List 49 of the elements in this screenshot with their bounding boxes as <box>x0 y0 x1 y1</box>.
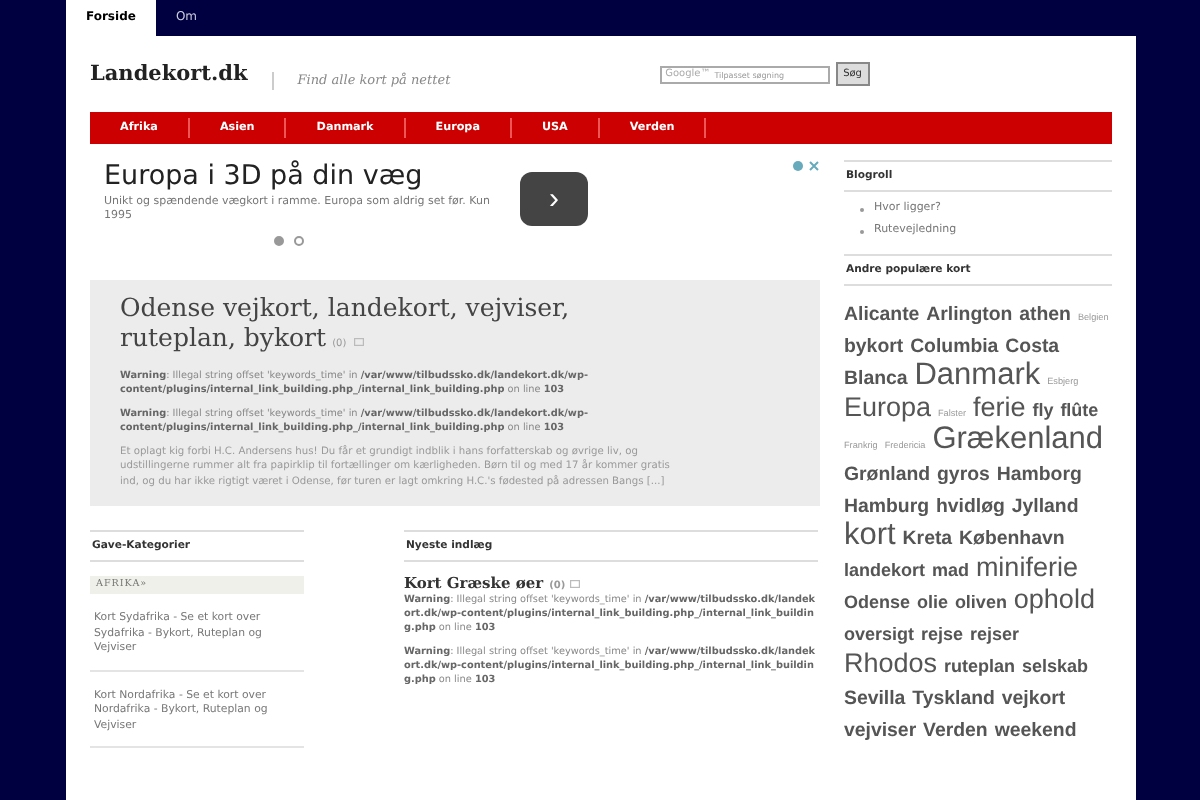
tag-link[interactable]: Hamburg <box>844 496 930 518</box>
tag-link[interactable]: Europa <box>844 392 932 422</box>
tag-link[interactable]: vejkort <box>1001 688 1066 710</box>
tag-link[interactable]: athen <box>1019 304 1071 326</box>
site-logo[interactable]: Landekort.dk <box>90 62 248 86</box>
tag-link[interactable]: vejviser <box>844 720 917 742</box>
tag-link[interactable]: oliven <box>954 592 1007 612</box>
tag-link[interactable]: mad <box>931 560 969 580</box>
tag-link[interactable]: Tyskland <box>912 688 995 710</box>
tag-link[interactable]: hvidløg <box>935 496 1005 518</box>
tag-link[interactable]: flûte <box>1060 400 1099 420</box>
comment-icon <box>570 580 581 589</box>
tag-link[interactable]: olie <box>916 592 948 612</box>
tag-link[interactable]: Alicante <box>844 304 920 326</box>
tag-link[interactable]: kort <box>844 518 896 552</box>
tag-link[interactable]: Jylland <box>1011 496 1079 518</box>
tag-link[interactable]: ruteplan <box>944 656 1016 676</box>
tag-link[interactable]: Costa <box>1005 336 1060 358</box>
tag-link[interactable]: Verden <box>923 720 988 742</box>
tag-link[interactable]: rejse <box>920 624 963 644</box>
tag-link[interactable]: Grækenland <box>932 422 1103 456</box>
tag-link[interactable]: Kreta <box>902 528 953 550</box>
tag-link[interactable]: Blanca <box>844 368 908 390</box>
tag-link[interactable]: Odense <box>844 592 911 612</box>
tag-link[interactable]: Arlington <box>926 304 1013 326</box>
tag-link[interactable]: rejser <box>969 624 1019 644</box>
tag-link[interactable]: oversigt <box>844 624 915 644</box>
tag-link[interactable]: ferie <box>973 392 1026 422</box>
tag-link[interactable]: ophold <box>1013 584 1095 614</box>
ad-next-button[interactable]: › <box>520 172 588 226</box>
ad-headline[interactable]: Europa i 3D på din væg <box>104 160 504 194</box>
tag-link[interactable]: landekort <box>844 560 926 580</box>
tag-link[interactable]: Rhodos <box>844 648 938 678</box>
tag-link[interactable]: Grønland <box>844 464 931 486</box>
tag-link[interactable]: fly <box>1032 400 1054 420</box>
tag-link[interactable]: selskab <box>1021 656 1088 676</box>
carousel-dot[interactable] <box>274 236 284 246</box>
tag-link[interactable]: Hamborg <box>996 464 1082 486</box>
tag-link[interactable]: weekend <box>994 720 1077 742</box>
tag-link[interactable]: Columbia <box>910 336 999 358</box>
tag-link[interactable]: gyros <box>937 464 990 486</box>
ad-info-icon[interactable] <box>792 160 820 172</box>
tag-link[interactable]: Danmark <box>914 358 1041 392</box>
comment-icon <box>354 338 365 346</box>
tag-link[interactable]: bykort <box>844 336 904 358</box>
tag-link[interactable]: miniferie <box>975 552 1078 582</box>
tag-link[interactable]: København <box>959 528 1065 550</box>
carousel-dot[interactable] <box>294 236 304 246</box>
tag-link[interactable]: Sevilla <box>844 688 906 710</box>
